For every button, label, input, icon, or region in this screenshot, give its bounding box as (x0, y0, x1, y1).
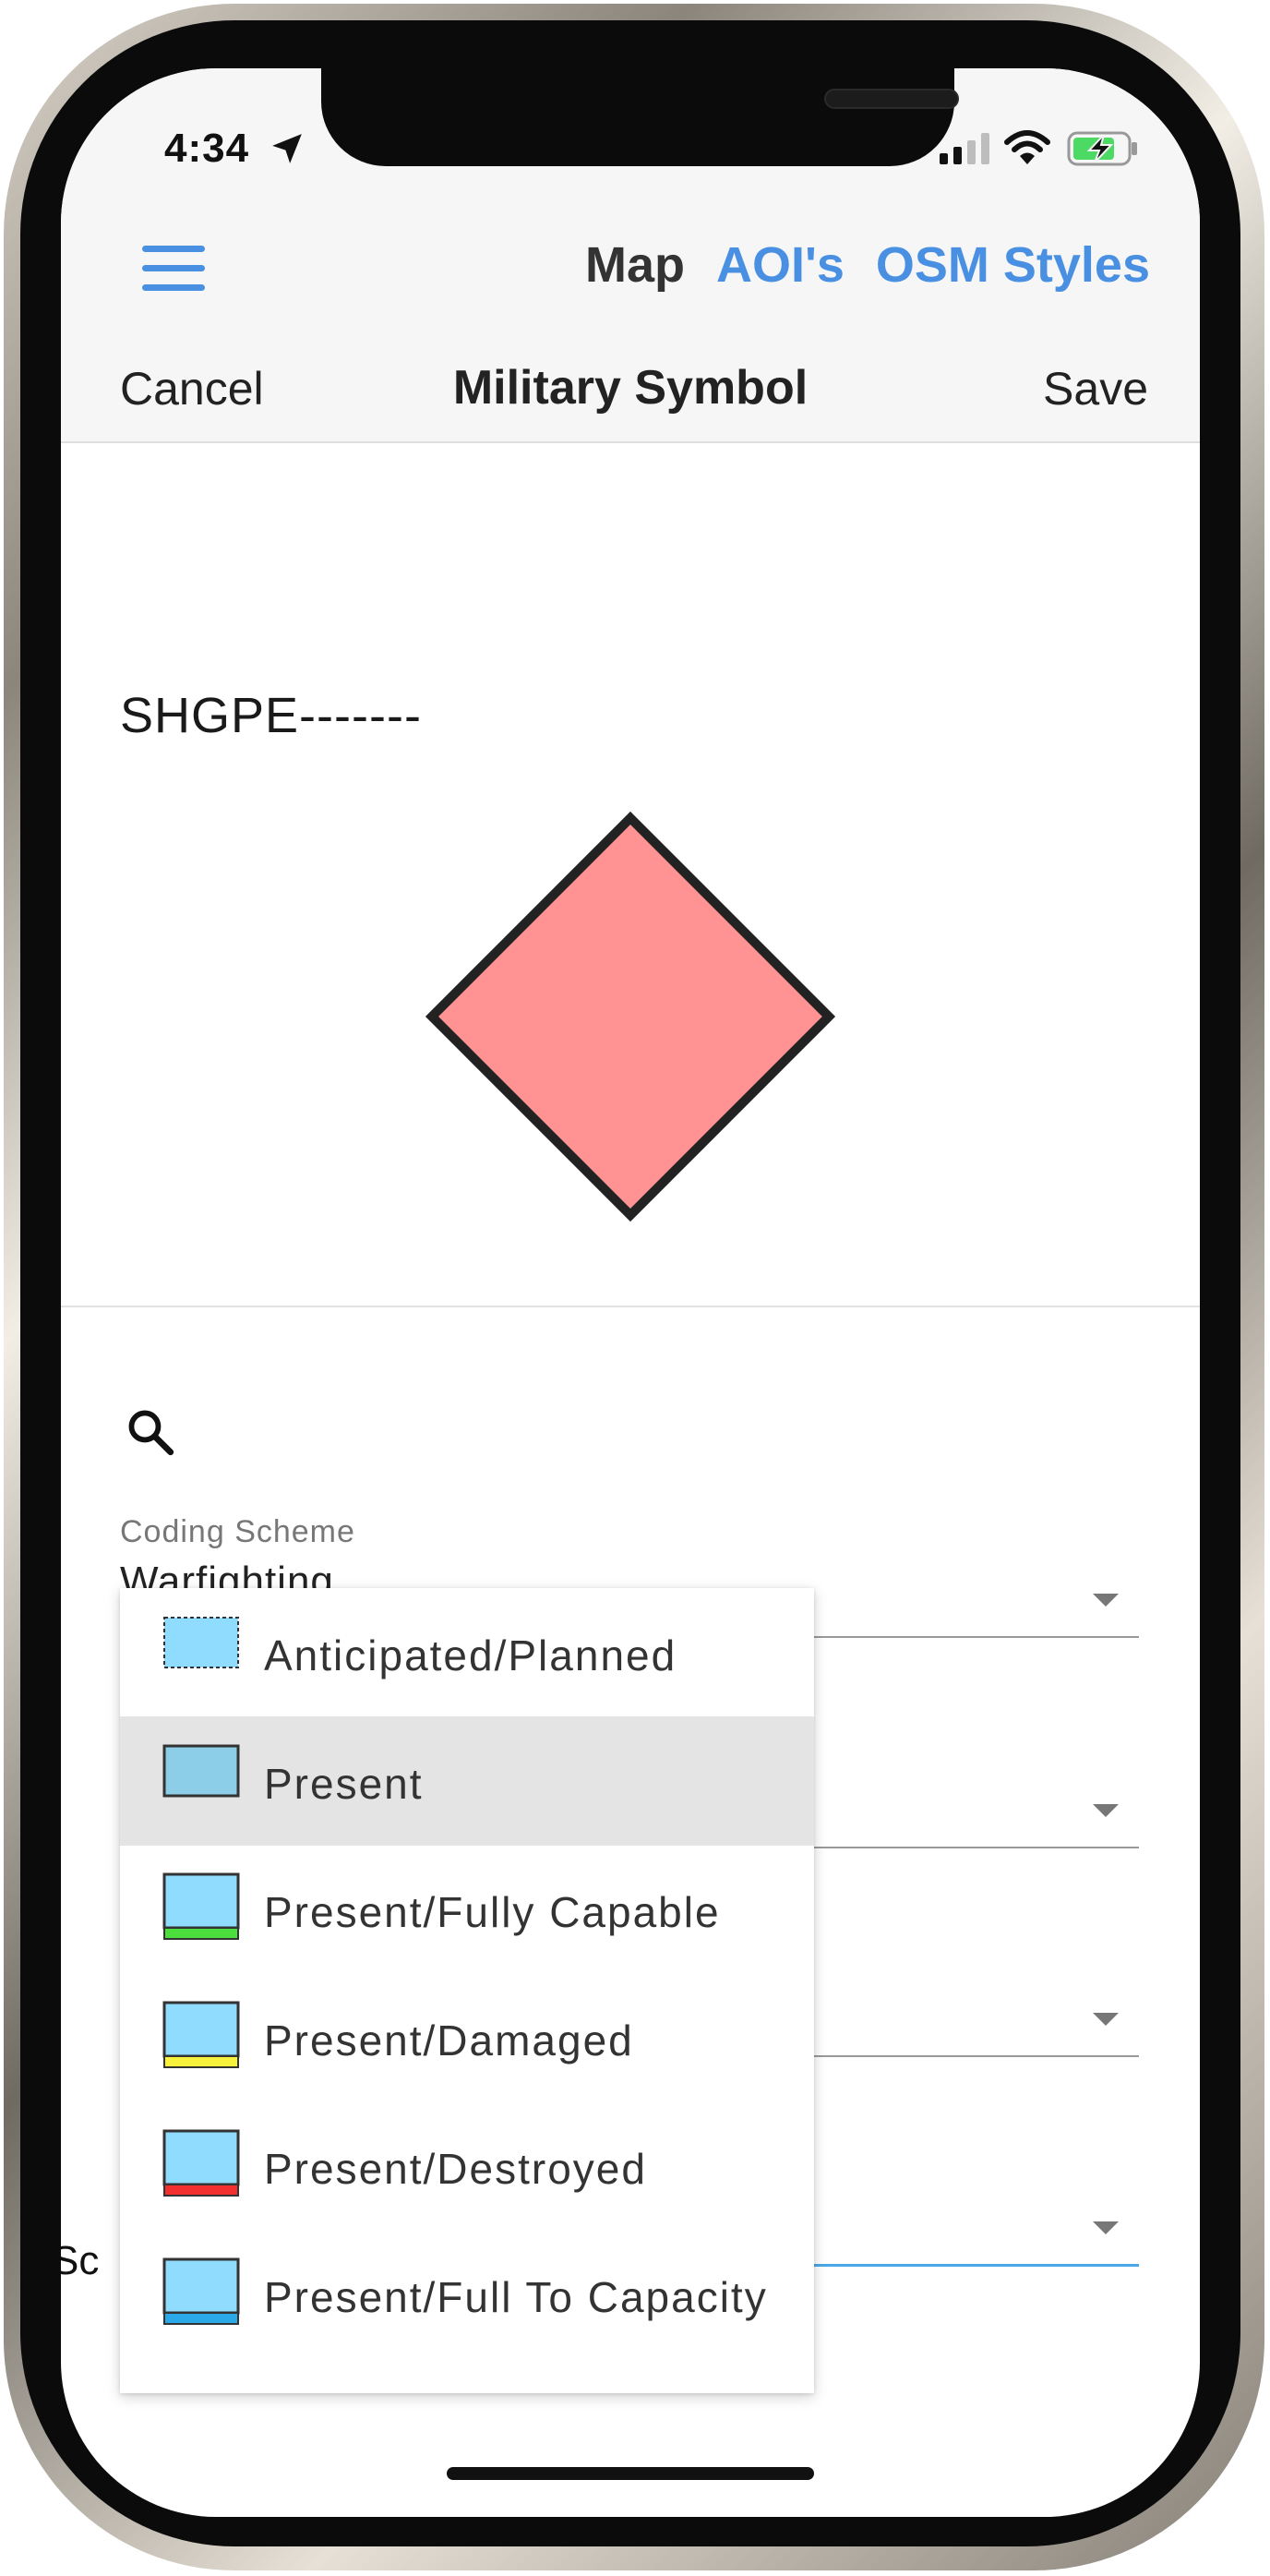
menu-item-label: Present (264, 1760, 424, 1808)
wifi-icon (1004, 130, 1050, 164)
status-swatch-icon (162, 1744, 240, 1798)
coding-scheme-label: Coding Scheme (120, 1514, 355, 1549)
nav-link-osm-styles[interactable]: OSM Styles (876, 236, 1150, 294)
home-indicator[interactable] (447, 2467, 814, 2480)
status-swatch-icon (163, 1617, 239, 1668)
search-icon[interactable] (124, 1405, 177, 1459)
menu-item-label: Present/Fully Capable (264, 1888, 721, 1936)
menu-item-label: Present/Destroyed (264, 2145, 647, 2193)
nav-link-map[interactable]: Map (585, 236, 685, 294)
divider (61, 1306, 1200, 1307)
speaker-grille (824, 89, 959, 109)
screen: Map AOI's OSM Styles Cancel Military Sym… (61, 68, 1200, 2517)
nav-links: Map AOI's OSM Styles (585, 236, 1150, 294)
menu-icon[interactable] (142, 246, 205, 294)
location-arrow-icon (272, 134, 302, 163)
partial-field-label: Sc (61, 2238, 100, 2283)
status-time: 4:34 (164, 126, 250, 171)
cellular-signal-icon (940, 133, 989, 164)
status-swatch-icon (162, 2129, 240, 2197)
chevron-down-icon[interactable] (1093, 2013, 1119, 2026)
menu-item[interactable]: Anticipated/Planned (120, 1588, 814, 1717)
nav-link-aois[interactable]: AOI's (716, 236, 845, 294)
menu-item[interactable]: Present/Full To Capacity (120, 2230, 814, 2359)
chevron-down-icon[interactable] (1093, 1804, 1119, 1817)
status-dropdown-menu: Anticipated/Planned Present Present/Fully … (120, 1588, 814, 2393)
chevron-down-icon[interactable] (1093, 1594, 1119, 1607)
menu-item-label: Present/Damaged (264, 2016, 634, 2064)
menu-item-label: Present/Full To Capacity (264, 2273, 768, 2321)
status-swatch-icon (162, 2001, 240, 2068)
status-swatch-icon (162, 2257, 240, 2325)
military-symbol-diamond (425, 811, 836, 1222)
notch (321, 68, 959, 166)
save-button[interactable]: Save (1043, 362, 1148, 415)
symbol-code: SHGPE------- (120, 688, 422, 743)
menu-item[interactable]: Present/Damaged (120, 1973, 814, 2102)
page-title: Military Symbol (452, 361, 809, 415)
menu-item[interactable]: Present/Fully Capable (120, 1845, 814, 1974)
menu-item[interactable]: Present (120, 1716, 814, 1846)
menu-item-label: Anticipated/Planned (264, 1631, 677, 1679)
chevron-down-icon[interactable] (1093, 2221, 1119, 2234)
menu-item[interactable]: Present/Destroyed (120, 2101, 814, 2231)
status-swatch-icon (162, 1872, 240, 1940)
battery-charging-icon (1067, 131, 1137, 166)
